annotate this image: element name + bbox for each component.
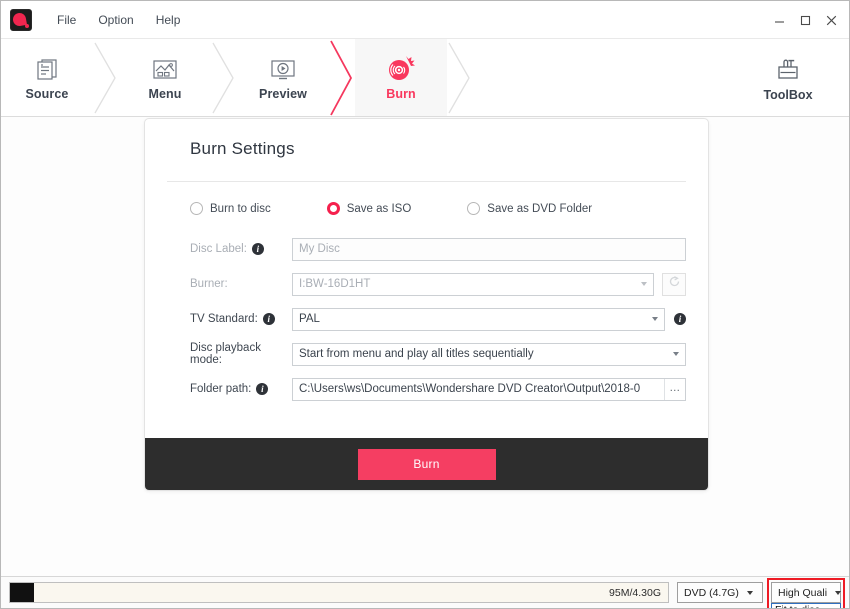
quality-value: High Quali <box>778 586 828 599</box>
step-burn-label: Burn <box>386 87 416 101</box>
capacity-progress-fill <box>10 583 34 602</box>
disc-label-control: My Disc <box>292 237 686 261</box>
burn-settings-card: Burn Settings Burn to disc Save as ISO S… <box>144 118 709 491</box>
folder-path-control: C:\Users\ws\Documents\Wondershare DVD Cr… <box>292 377 686 401</box>
disc-type-value: DVD (4.7G) <box>684 586 739 599</box>
chevron-down-icon <box>746 590 753 595</box>
refresh-burner-button[interactable] <box>662 272 686 296</box>
image-menu-icon <box>148 54 182 84</box>
application-window: File Option Help Source Menu Preview Bur… <box>0 0 850 609</box>
card-footer: Burn <box>145 438 708 490</box>
menu-item-help[interactable]: Help <box>145 9 192 31</box>
toolbox-label: ToolBox <box>763 87 813 102</box>
browse-folder-button[interactable]: … <box>664 378 685 400</box>
burner-select[interactable]: I:BW-16D1HT <box>292 272 654 296</box>
disc-label-text: Disc Label: <box>190 243 247 255</box>
quality-option-fit-to-disc[interactable]: Fit to disc <box>772 604 840 608</box>
step-divider-1 <box>93 39 119 116</box>
step-divider-3-active <box>329 39 355 116</box>
content-area: Burn Settings Burn to disc Save as ISO S… <box>1 117 849 576</box>
tv-standard-control: PAL <box>292 307 665 331</box>
quality-select-wrapper: High Quali Fit to disc Standard High Qua… <box>767 578 845 608</box>
folder-path-label-text: Folder path: <box>190 383 252 395</box>
capacity-progress-label: 95M/4.30G <box>609 586 661 599</box>
field-row-folder-path: Folder path: i C:\Users\ws\Documents\Won… <box>167 377 686 401</box>
capacity-progress-bar: 95M/4.30G <box>9 582 669 603</box>
radio-save-as-dvd-folder[interactable]: Save as DVD Folder <box>467 202 592 215</box>
quality-dropdown-list: Fit to disc Standard High Quality <box>771 603 841 608</box>
app-logo-icon <box>10 8 32 31</box>
toolbox-button[interactable]: ToolBox <box>745 39 831 116</box>
chevron-down-icon <box>652 317 658 321</box>
step-divider-2 <box>211 39 237 116</box>
radio-indicator <box>190 202 203 215</box>
info-icon[interactable]: i <box>262 313 275 325</box>
step-navigation-bar: Source Menu Preview Burn ToolBox <box>1 39 849 117</box>
step-list: Source Menu Preview Burn <box>1 39 473 116</box>
radio-save-as-dvd-folder-label: Save as DVD Folder <box>487 202 593 215</box>
disc-label-label: Disc Label: i <box>167 243 292 255</box>
playback-mode-label-text: Disc playback mode: <box>190 342 261 366</box>
menu-bar: File Option Help <box>46 9 191 31</box>
step-source[interactable]: Source <box>1 39 93 116</box>
card-header: Burn Settings <box>145 119 708 171</box>
step-burn[interactable]: Burn <box>355 39 447 116</box>
radio-indicator <box>326 202 340 215</box>
maximize-icon[interactable] <box>793 9 817 31</box>
radio-burn-to-disc[interactable]: Burn to disc <box>190 202 271 215</box>
step-preview-label: Preview <box>259 87 307 101</box>
chevron-down-icon <box>641 282 647 286</box>
step-divider-4 <box>447 39 473 116</box>
tv-standard-select[interactable]: PAL <box>292 307 665 331</box>
step-preview[interactable]: Preview <box>237 39 329 116</box>
play-monitor-icon <box>266 54 300 84</box>
step-menu-label: Menu <box>148 87 182 101</box>
folder-path-input[interactable]: C:\Users\ws\Documents\Wondershare DVD Cr… <box>292 377 686 401</box>
page-title: Burn Settings <box>190 139 295 158</box>
toolbox-icon <box>771 54 805 84</box>
document-stack-icon <box>30 54 64 84</box>
playback-mode-select[interactable]: Start from menu and play all titles sequ… <box>292 342 686 366</box>
tv-standard-label-text: TV Standard: <box>190 313 258 325</box>
burner-label-text: Burner: <box>190 278 228 290</box>
radio-save-as-iso[interactable]: Save as ISO <box>326 202 412 215</box>
burn-button[interactable]: Burn <box>357 448 496 480</box>
field-row-burner: Burner: I:BW-16D1HT <box>167 272 686 296</box>
chevron-down-icon <box>673 352 679 356</box>
menu-item-option[interactable]: Option <box>87 9 144 31</box>
menu-item-file[interactable]: File <box>46 9 87 31</box>
info-icon[interactable]: i <box>256 383 269 395</box>
quality-select[interactable]: High Quali <box>771 582 842 603</box>
step-menu[interactable]: Menu <box>119 39 211 116</box>
burner-control: I:BW-16D1HT <box>292 272 654 296</box>
radio-save-as-iso-label: Save as ISO <box>346 202 412 215</box>
window-controls <box>767 9 843 31</box>
radio-indicator <box>467 202 481 215</box>
title-bar: File Option Help <box>1 1 849 39</box>
field-row-tv-standard: TV Standard: i PAL i <box>167 307 686 331</box>
burning-disc-icon <box>384 54 418 84</box>
info-icon[interactable]: i <box>251 243 264 255</box>
disc-type-select[interactable]: DVD (4.7G) <box>677 582 763 603</box>
folder-path-label: Folder path: i <box>167 383 292 395</box>
playback-mode-control: Start from menu and play all titles sequ… <box>292 342 686 366</box>
field-row-playback-mode: Disc playback mode: Start from menu and … <box>167 342 686 366</box>
disc-label-input[interactable]: My Disc <box>292 237 686 261</box>
tv-standard-info-icon[interactable]: i <box>674 313 686 325</box>
playback-mode-label: Disc playback mode: <box>167 342 292 366</box>
chevron-down-icon <box>835 590 842 595</box>
minimize-icon[interactable] <box>767 9 791 31</box>
tv-standard-label: TV Standard: i <box>167 313 292 325</box>
burner-label: Burner: <box>167 278 292 290</box>
output-mode-group: Burn to disc Save as ISO Save as DVD Fol… <box>167 202 686 215</box>
refresh-icon <box>668 275 681 293</box>
field-row-disc-label: Disc Label: i My Disc <box>167 237 686 261</box>
step-source-label: Source <box>25 87 69 101</box>
radio-burn-to-disc-label: Burn to disc <box>210 202 271 215</box>
status-bar: 95M/4.30G DVD (4.7G) High Quali Fit to d… <box>1 576 849 608</box>
close-icon[interactable] <box>819 9 843 31</box>
card-body: Burn to disc Save as ISO Save as DVD Fol… <box>145 182 708 438</box>
